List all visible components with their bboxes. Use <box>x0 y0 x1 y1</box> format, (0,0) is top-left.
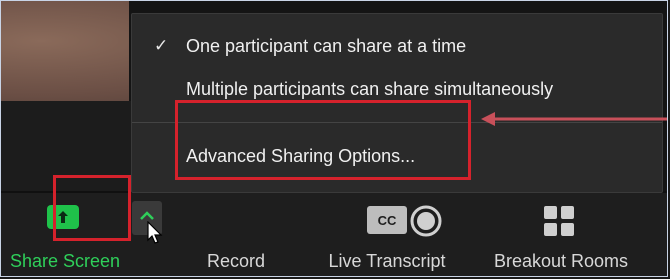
annotation-box-advanced-sharing <box>175 100 471 180</box>
annotation-box-share-screen <box>53 175 131 241</box>
annotation-arrow-icon <box>481 112 667 126</box>
record-button[interactable]: Record <box>191 193 442 276</box>
share-screen-label: Share Screen <box>9 251 121 271</box>
checkmark-icon: ✓ <box>154 36 169 55</box>
breakout-rooms-icon <box>544 206 574 236</box>
menu-item-label: One participant can share at a time <box>186 35 467 56</box>
menu-item-one-participant[interactable]: ✓ One participant can share at a time <box>132 28 662 64</box>
breakout-rooms-button[interactable]: Breakout Rooms <box>479 193 643 276</box>
live-transcript-button[interactable]: CC Live Transcript <box>313 193 461 276</box>
record-label: Record <box>206 251 266 271</box>
mouse-cursor-icon <box>147 221 163 244</box>
screenshot-frame: ✓ One participant can share at a time Mu… <box>0 0 668 277</box>
menu-item-label: Multiple participants can share simultan… <box>186 78 554 99</box>
live-transcript-label: Live Transcript <box>328 251 446 271</box>
breakout-rooms-label: Breakout Rooms <box>493 251 629 271</box>
chevron-up-icon <box>140 211 154 220</box>
closed-caption-icon: CC <box>367 206 407 234</box>
